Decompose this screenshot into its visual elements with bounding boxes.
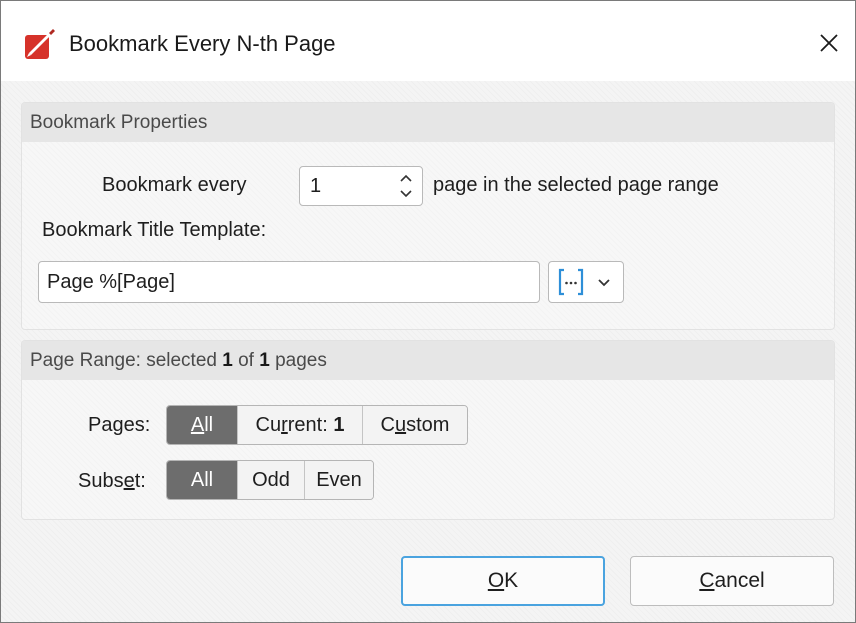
window-title: Bookmark Every N-th Page bbox=[69, 31, 336, 56]
subset-segmented-control: All Odd Even bbox=[166, 460, 374, 500]
pdf-xchange-logo-icon bbox=[25, 29, 55, 59]
chevron-down-icon[interactable] bbox=[597, 276, 611, 290]
pages-label: Pages: bbox=[88, 414, 151, 436]
interval-value: 1 bbox=[310, 175, 322, 197]
close-button[interactable] bbox=[807, 23, 851, 63]
dialog-window: Bookmark Every N-th Page Bookmark Proper… bbox=[0, 0, 856, 623]
page-range-header: Page Range: selected 1 of 1 pages bbox=[22, 341, 834, 380]
page-range-group: Page Range: selected 1 of 1 pages Pages:… bbox=[21, 340, 835, 520]
macro-brackets-icon bbox=[558, 268, 584, 296]
close-icon bbox=[820, 34, 838, 52]
selected-count: 1 bbox=[222, 350, 233, 371]
bookmark-interval-spinner[interactable]: 1 bbox=[299, 166, 423, 206]
subset-label: Subset: bbox=[78, 470, 146, 492]
bookmark-every-label: Bookmark every bbox=[102, 174, 247, 196]
subset-option-odd[interactable]: Odd bbox=[237, 461, 304, 499]
dialog-client-area: Bookmark Properties Bookmark every 1 pag… bbox=[1, 81, 855, 622]
ok-button[interactable]: OK bbox=[401, 556, 605, 606]
title-bar: Bookmark Every N-th Page bbox=[1, 1, 855, 81]
pages-option-all[interactable]: All bbox=[167, 406, 237, 444]
subset-option-all[interactable]: All bbox=[167, 461, 237, 499]
title-template-label: Bookmark Title Template: bbox=[42, 219, 267, 241]
pages-option-current[interactable]: Current: 1 bbox=[237, 406, 362, 444]
bookmark-properties-header: Bookmark Properties bbox=[22, 103, 834, 142]
title-template-input[interactable]: Page %[Page] bbox=[38, 261, 540, 303]
page-range-suffix-label: page in the selected page range bbox=[433, 174, 719, 196]
pages-option-custom[interactable]: Custom bbox=[362, 406, 467, 444]
bookmark-properties-group: Bookmark Properties Bookmark every 1 pag… bbox=[21, 102, 835, 330]
spin-arrows-icon[interactable] bbox=[398, 170, 414, 202]
subset-option-even[interactable]: Even bbox=[304, 461, 373, 499]
pages-segmented-control: All Current: 1 Custom bbox=[166, 405, 468, 445]
total-count: 1 bbox=[259, 350, 270, 371]
cancel-button[interactable]: Cancel bbox=[630, 556, 834, 606]
insert-macro-button[interactable] bbox=[548, 261, 624, 303]
